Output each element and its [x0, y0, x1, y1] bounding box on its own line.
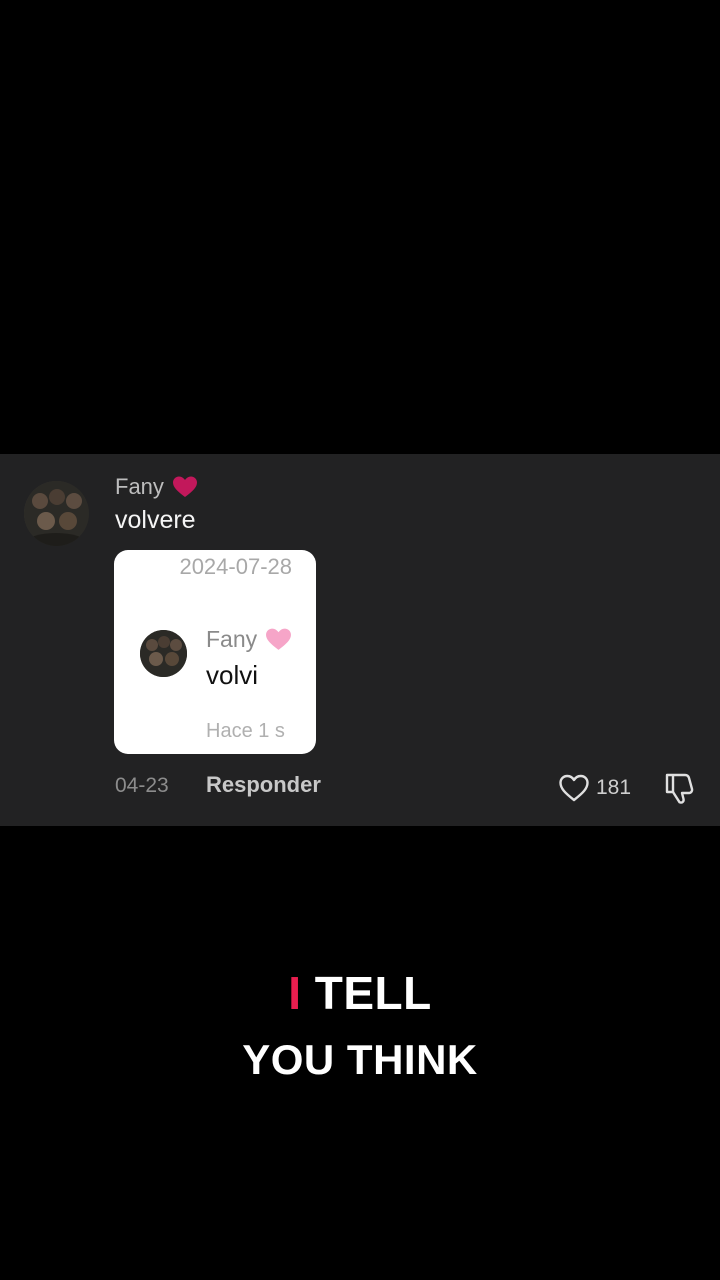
- heart-emoji-icon: [172, 475, 198, 499]
- reply-card-date: 2024-07-28: [179, 554, 292, 579]
- heart-emoji-icon: [265, 627, 292, 652]
- like-button[interactable]: 181: [558, 771, 631, 805]
- reply-card-text: volvi: [206, 660, 259, 690]
- avatar-photo: [24, 481, 89, 546]
- reply-card-avatar: [140, 630, 187, 677]
- comment-text: volvere: [115, 506, 196, 534]
- reply-card-time: Hace 1 s: [206, 720, 285, 742]
- like-count: 181: [596, 776, 632, 799]
- comment-username[interactable]: Fany: [115, 472, 198, 502]
- caption-line-1: I TELL: [0, 966, 720, 1020]
- caption-word: TELL: [314, 967, 432, 1019]
- thumbs-down-icon[interactable]: [663, 771, 696, 805]
- comment-date: 04-23: [115, 774, 169, 797]
- reply-button[interactable]: Responder: [206, 772, 321, 798]
- caption-line-2: YOU THINK: [242, 1036, 478, 1083]
- comment-username-label: Fany: [115, 474, 164, 499]
- avatar[interactable]: [24, 481, 89, 546]
- caption-accent-word: I: [288, 967, 302, 1019]
- reply-card-username: Fany: [206, 624, 292, 654]
- heart-outline-icon[interactable]: [558, 773, 590, 803]
- reply-card-username-label: Fany: [206, 625, 258, 652]
